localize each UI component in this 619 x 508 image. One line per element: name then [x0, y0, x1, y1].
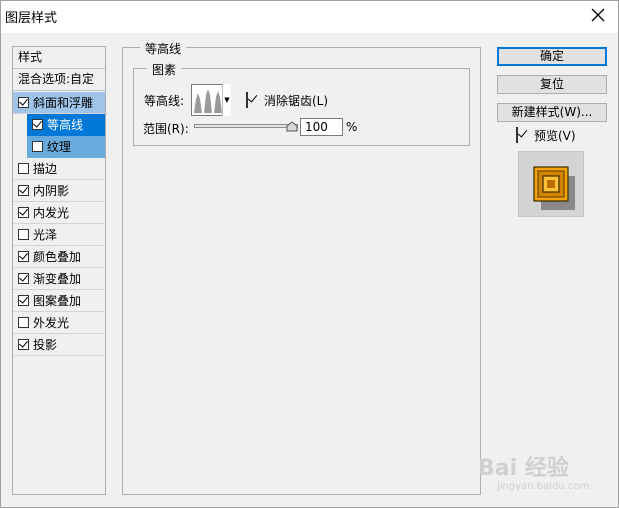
anti-aliased-checkbox[interactable]	[246, 92, 248, 108]
watermark-logo: Bai 经验	[478, 456, 569, 481]
style-item-outer-glow[interactable]: 外发光	[13, 312, 105, 334]
style-item-label: 斜面和浮雕	[33, 96, 94, 110]
style-item-label: 投影	[33, 338, 58, 352]
style-item-drop-shadow[interactable]: 投影	[13, 334, 105, 356]
bevel-emboss-checkbox[interactable]	[18, 97, 29, 108]
style-item-label: 描边	[33, 162, 58, 176]
contour-label: 等高线:	[144, 94, 185, 108]
reset-button[interactable]: 复位	[497, 75, 607, 94]
style-item-stroke[interactable]: 描边	[13, 158, 105, 180]
inner-shadow-checkbox[interactable]	[18, 185, 29, 196]
preview-label: 预览(V)	[534, 129, 576, 143]
contour-checkbox[interactable]	[32, 119, 43, 130]
color-overlay-checkbox[interactable]	[18, 251, 29, 262]
gradient-overlay-checkbox[interactable]	[18, 273, 29, 284]
style-item-label: 光泽	[33, 228, 58, 242]
anti-aliased-check-box[interactable]	[246, 92, 248, 108]
contour-dropdown-arrow-icon[interactable]: ▼	[222, 84, 231, 116]
style-item-label: 渐变叠加	[33, 272, 82, 286]
style-item-label: 内发光	[33, 206, 70, 220]
style-item-texture[interactable]: 纹理	[27, 136, 105, 158]
style-item-satin[interactable]: 光泽	[13, 224, 105, 246]
style-item-color-overlay[interactable]: 颜色叠加	[13, 246, 105, 268]
style-item-label: 等高线	[47, 118, 84, 132]
outer-glow-checkbox[interactable]	[18, 317, 29, 328]
gold-square-icon	[533, 166, 575, 210]
range-slider-track[interactable]	[194, 124, 298, 128]
style-list-panel: 样式 混合选项:自定 斜面和浮雕 等高线 纹理 描边 内阴影 内发光 光泽 颜色…	[12, 46, 106, 495]
texture-checkbox[interactable]	[32, 141, 43, 152]
stroke-checkbox[interactable]	[18, 163, 29, 174]
window-title: 图层样式	[5, 11, 58, 26]
ok-button[interactable]: 确定	[497, 47, 607, 66]
close-icon[interactable]	[586, 3, 610, 27]
style-item-label: 外发光	[33, 316, 70, 330]
satin-checkbox[interactable]	[18, 229, 29, 240]
style-item-label: 纹理	[47, 140, 72, 154]
style-item-inner-shadow[interactable]: 内阴影	[13, 180, 105, 202]
blending-options-item[interactable]: 混合选项:自定	[13, 69, 105, 91]
preview-check-box[interactable]	[516, 127, 518, 143]
elements-group-title: 图素	[147, 61, 182, 78]
new-style-button[interactable]: 新建样式(W)...	[497, 103, 607, 122]
contour-group-title: 等高线	[140, 40, 187, 57]
style-item-bevel-emboss[interactable]: 斜面和浮雕	[13, 92, 105, 114]
style-item-contour[interactable]: 等高线	[27, 114, 105, 136]
range-input[interactable]	[300, 118, 343, 136]
anti-aliased-label: 消除锯齿(L)	[264, 94, 329, 108]
range-slider-thumb[interactable]	[286, 121, 298, 132]
style-list-header[interactable]: 样式	[13, 47, 105, 69]
title-bar	[0, 0, 619, 33]
drop-shadow-checkbox[interactable]	[18, 339, 29, 350]
range-label: 范围(R):	[143, 122, 189, 136]
inner-glow-checkbox[interactable]	[18, 207, 29, 218]
style-item-gradient-overlay[interactable]: 渐变叠加	[13, 268, 105, 290]
contour-curve-icon	[192, 85, 222, 115]
watermark-url: jingyan.baidu.com	[497, 481, 590, 492]
style-item-inner-glow[interactable]: 内发光	[13, 202, 105, 224]
style-item-label: 颜色叠加	[33, 250, 82, 264]
style-item-pattern-overlay[interactable]: 图案叠加	[13, 290, 105, 312]
pattern-overlay-checkbox[interactable]	[18, 295, 29, 306]
preview-checkbox[interactable]	[516, 127, 518, 143]
range-unit: %	[346, 120, 358, 134]
style-item-label: 图案叠加	[33, 294, 82, 308]
style-preview-thumbnail	[518, 151, 584, 217]
style-item-label: 内阴影	[33, 184, 70, 198]
